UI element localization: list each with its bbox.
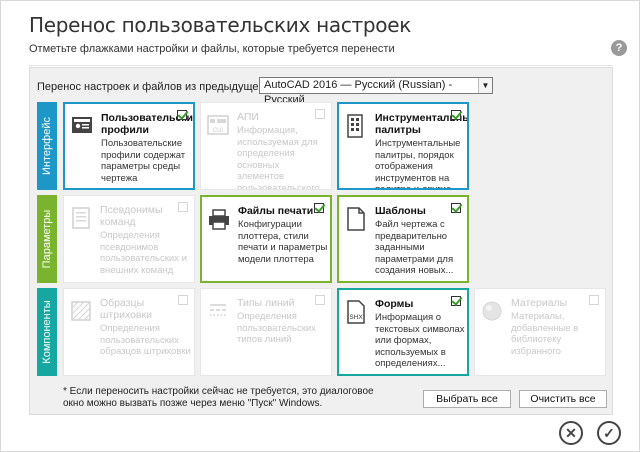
header-divider bbox=[29, 65, 613, 66]
card-cui: CUI АПИ Информация, используемая для опр… bbox=[200, 102, 332, 190]
card-checkbox[interactable] bbox=[451, 296, 461, 306]
card-title: Шаблоны bbox=[375, 205, 426, 217]
card-hatch-patterns: Образцы штриховки Определения пользовате… bbox=[63, 288, 195, 376]
card-title: Формы bbox=[375, 298, 414, 310]
help-icon[interactable]: ? bbox=[611, 40, 627, 56]
printer-icon bbox=[209, 209, 229, 230]
card-title: Пользовательские профили bbox=[101, 112, 195, 136]
dialog-subtitle: Отметьте флажками настройки и файлы, кот… bbox=[29, 43, 395, 55]
clear-all-button[interactable]: Очистить все bbox=[519, 390, 607, 408]
card-title: Материалы bbox=[511, 297, 568, 309]
card-description: Конфигурации плоттера, стили печати и па… bbox=[238, 219, 328, 265]
card-checkbox bbox=[178, 202, 188, 212]
hatch-icon bbox=[71, 301, 91, 321]
chevron-down-icon[interactable]: ▼ bbox=[478, 78, 492, 93]
card-description: Пользовательские профили содержат параме… bbox=[101, 138, 186, 184]
shx-icon: SHX bbox=[347, 300, 365, 324]
card-checkbox bbox=[178, 295, 188, 305]
card-description: Информация о текстовых символах или форм… bbox=[375, 312, 465, 369]
card-title: Инструментальные палитры bbox=[375, 112, 469, 136]
footnote: * Если переносить настройки сейчас не тр… bbox=[63, 386, 374, 409]
card-title: Типы линий bbox=[237, 297, 295, 309]
card-checkbox bbox=[315, 295, 325, 305]
svg-text:CUI: CUI bbox=[213, 128, 224, 134]
card-checkbox bbox=[589, 295, 599, 305]
card-plot-files[interactable]: Файлы печати Конфигурации плоттера, стил… bbox=[200, 195, 332, 283]
cui-icon: CUI bbox=[207, 115, 229, 135]
card-description: Определения пользовательских образцов шт… bbox=[100, 323, 191, 357]
dialog-title: Перенос пользовательских настроек bbox=[29, 13, 411, 37]
alias-icon bbox=[72, 207, 90, 229]
card-templates[interactable]: Шаблоны Файл чертежа с предварительно за… bbox=[337, 195, 469, 283]
card-command-aliases: Псевдонимы команд Определения псевдонимо… bbox=[63, 195, 195, 283]
card-linetypes: Типы линий Определения пользовательских … bbox=[200, 288, 332, 376]
card-materials: Материалы Материалы, добавленные в библи… bbox=[474, 288, 606, 376]
cancel-icon[interactable]: ✕ bbox=[559, 421, 583, 445]
card-description: Файл чертежа с предварительно заданными … bbox=[375, 219, 454, 276]
migrate-settings-dialog: Перенос пользовательских настроек Отметь… bbox=[0, 0, 640, 452]
card-description: Материалы, добавленные в библиотеку избр… bbox=[511, 311, 579, 357]
card-title: АПИ bbox=[237, 111, 259, 123]
card-description: Информация, используемая для определения… bbox=[237, 125, 328, 190]
card-checkbox bbox=[315, 109, 325, 119]
card-description: Определения пользовательских типов линий bbox=[237, 311, 316, 345]
ok-icon[interactable]: ✓ bbox=[597, 421, 621, 445]
card-user-profiles[interactable]: Пользовательские профили Пользовательски… bbox=[63, 102, 195, 190]
card-checkbox[interactable] bbox=[314, 203, 324, 213]
category-interface: Интерфейс bbox=[37, 102, 57, 190]
category-components: Компоненты bbox=[37, 288, 57, 376]
card-tool-palettes[interactable]: Инструментальные палитры Инструментальны… bbox=[337, 102, 469, 190]
card-description: Определения псевдонимов пользовательских… bbox=[100, 230, 187, 276]
card-title: Файлы печати bbox=[238, 205, 314, 217]
svg-text:SHX: SHX bbox=[349, 314, 363, 321]
card-description: Инструментальные палитры, порядок отобра… bbox=[375, 138, 461, 190]
card-shapes[interactable]: SHX Формы Информация о текстовых символа… bbox=[337, 288, 469, 376]
version-select[interactable]: AutoCAD 2016 — Русский (Russian) - Русск… bbox=[259, 77, 493, 106]
tool-palette-icon bbox=[347, 114, 363, 138]
card-title: Псевдонимы команд bbox=[100, 204, 163, 228]
category-parameters: Параметры bbox=[37, 195, 57, 283]
select-all-button[interactable]: Выбрать все bbox=[423, 390, 511, 408]
card-checkbox[interactable] bbox=[451, 203, 461, 213]
linetype-icon bbox=[210, 304, 226, 316]
user-profile-icon bbox=[72, 117, 92, 133]
card-checkbox[interactable] bbox=[451, 110, 461, 120]
card-title: Образцы штриховки bbox=[100, 297, 152, 321]
template-icon bbox=[347, 207, 365, 231]
material-icon bbox=[482, 301, 502, 321]
card-checkbox[interactable] bbox=[177, 110, 187, 120]
